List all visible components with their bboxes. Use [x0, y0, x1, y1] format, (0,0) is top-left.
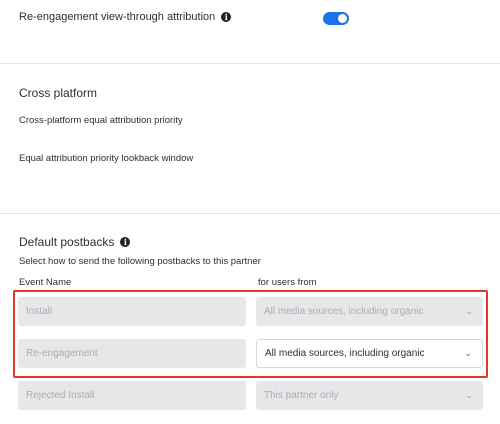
cross-platform-equal-priority-label: Cross-platform equal attribution priorit… [19, 115, 183, 126]
event-name-field-rejected-install: Rejected Install [18, 381, 246, 410]
column-header-users-from: for users from [258, 277, 317, 288]
postbacks-description: Select how to send the following postbac… [19, 256, 261, 267]
info-icon[interactable]: i [120, 237, 131, 247]
default-postbacks-title-text: Default postbacks [19, 235, 115, 249]
select-value: This partner only [264, 390, 339, 401]
reengagement-vta-label: Re-engagement view-through attribution [19, 11, 216, 23]
chevron-down-icon: ⌄ [465, 390, 473, 400]
equal-priority-lookback-label: Equal attribution priority lookback wind… [19, 153, 194, 164]
users-from-select-rejected-install: This partner only ⌄ [256, 381, 483, 410]
event-name-text: Rejected Install [26, 390, 95, 401]
column-header-event-name: Event Name [19, 277, 72, 288]
info-icon[interactable]: i [221, 12, 232, 22]
cross-platform-title-text: Cross platform [19, 86, 98, 100]
highlight-annotation-box [13, 290, 488, 378]
divider [0, 63, 500, 64]
reengagement-vta-row: Re-engagement view-through attribution i [19, 11, 232, 23]
cross-platform-title: Cross platform [19, 86, 97, 100]
divider [0, 213, 500, 214]
default-postbacks-title: Default postbacks i [19, 235, 131, 249]
partner-settings-panel: Re-engagement view-through attribution i… [0, 0, 500, 424]
reengagement-vta-toggle[interactable] [323, 12, 349, 25]
toggle-knob [338, 14, 347, 23]
